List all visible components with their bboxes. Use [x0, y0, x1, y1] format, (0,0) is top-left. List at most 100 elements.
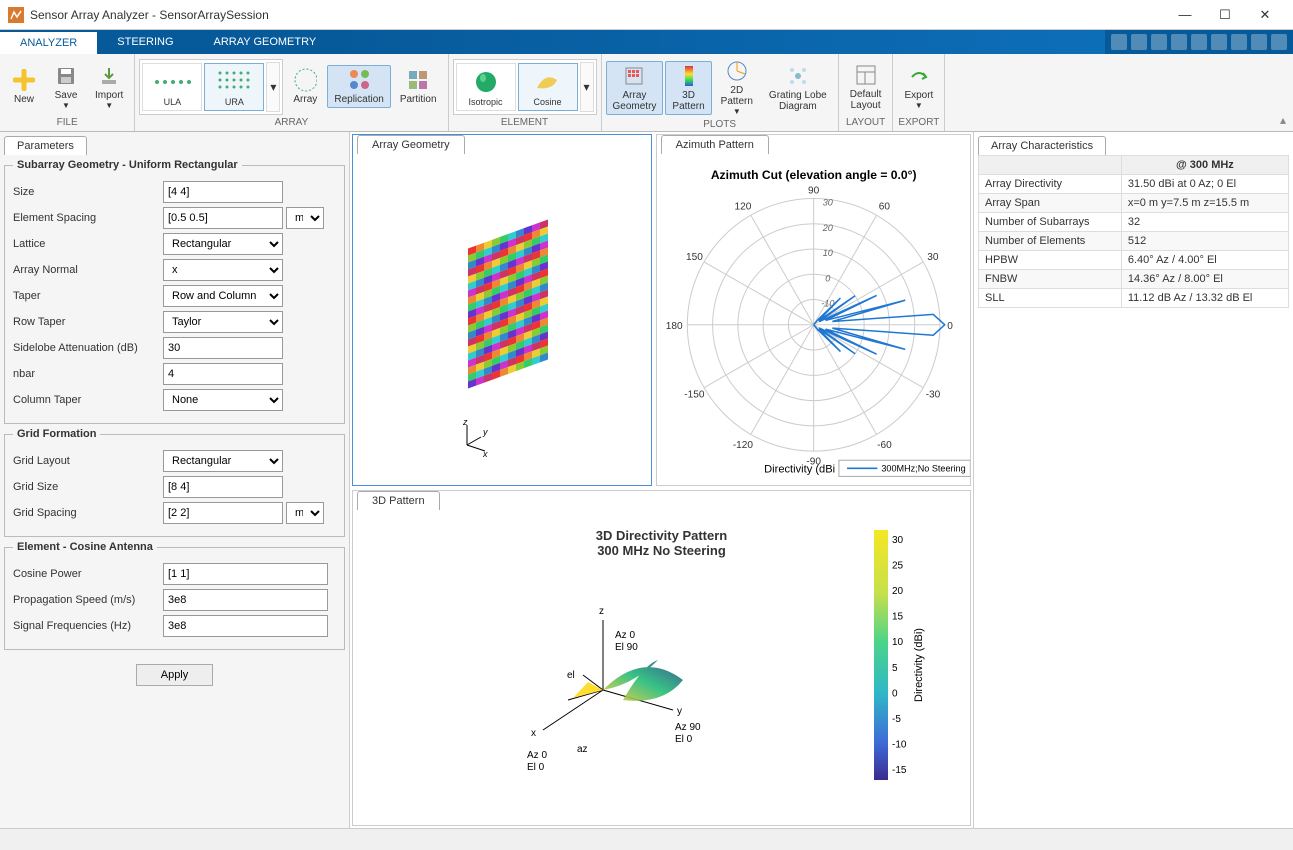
- azimuth-pattern-viz[interactable]: Azimuth Pattern Azimuth Cut (elevation a…: [656, 134, 971, 486]
- element-spacing-input[interactable]: [163, 207, 283, 229]
- toolstrip: New Save▼ Import▼ FILE ULA URA ▾ Array R…: [0, 54, 1293, 132]
- svg-text:10: 10: [822, 248, 832, 258]
- minimize-button[interactable]: —: [1165, 1, 1205, 29]
- ura-item[interactable]: URA: [204, 63, 264, 111]
- svg-text:-120: -120: [732, 440, 753, 451]
- grid-layout-select[interactable]: Rectangular: [163, 450, 283, 472]
- svg-text:-5: -5: [892, 714, 901, 725]
- main-area: Parameters Subarray Geometry - Uniform R…: [0, 132, 1293, 828]
- svg-text:180: 180: [665, 321, 682, 332]
- array-geometry-plot-button[interactable]: ArrayGeometry: [606, 61, 664, 115]
- grid-size-input[interactable]: [163, 476, 283, 498]
- table-row: FNBW14.36° Az / 8.00° El: [979, 270, 1289, 289]
- svg-text:Directivity (dBi: Directivity (dBi: [764, 463, 835, 475]
- 3d-pattern-viz[interactable]: 3D Pattern 3D Directivity Pattern300 MHz…: [352, 490, 971, 826]
- svg-text:0: 0: [825, 273, 830, 283]
- array-geometry-viz[interactable]: Array Geometry zyx: [352, 134, 652, 486]
- svg-text:az: az: [577, 744, 588, 755]
- svg-text:Az 0: Az 0: [527, 750, 547, 761]
- qat-icon[interactable]: [1131, 34, 1147, 50]
- tab-array-geometry[interactable]: ARRAY GEOMETRY: [194, 30, 337, 54]
- element-group: Element - Cosine Antenna Cosine Power Pr…: [4, 541, 345, 650]
- export-button[interactable]: Export▼: [897, 61, 940, 113]
- svg-text:120: 120: [734, 202, 751, 213]
- default-layout-button[interactable]: DefaultLayout: [843, 60, 889, 114]
- group-label: EXPORT: [897, 117, 940, 131]
- column-taper-select[interactable]: None: [163, 389, 283, 411]
- apply-button[interactable]: Apply: [136, 664, 214, 686]
- group-label: LAYOUT: [843, 117, 889, 131]
- svg-text:-150: -150: [684, 390, 705, 401]
- ula-item[interactable]: ULA: [142, 63, 202, 111]
- titlebar: Sensor Array Analyzer - SensorArraySessi…: [0, 0, 1293, 30]
- row-taper-select[interactable]: Taylor: [163, 311, 283, 333]
- table-row: HPBW6.40° Az / 4.00° El: [979, 251, 1289, 270]
- 2d-pattern-button[interactable]: 2DPattern▼: [714, 56, 760, 119]
- isotropic-item[interactable]: Isotropic: [456, 63, 516, 111]
- sidelobe-input[interactable]: [163, 337, 283, 359]
- svg-text:El 0: El 0: [675, 734, 693, 745]
- svg-text:25: 25: [892, 561, 904, 572]
- grid-formation-group: Grid Formation Grid LayoutRectangular Gr…: [4, 428, 345, 537]
- svg-text:El 90: El 90: [615, 642, 638, 653]
- statusbar: [0, 828, 1293, 850]
- cosine-item[interactable]: Cosine: [518, 63, 578, 111]
- svg-text:El 0: El 0: [527, 762, 545, 770]
- svg-text:0: 0: [892, 689, 898, 700]
- svg-text:Directivity (dBi): Directivity (dBi): [913, 629, 925, 703]
- 3d-pattern-button[interactable]: 3DPattern: [665, 61, 711, 115]
- svg-text:Az 90: Az 90: [675, 722, 701, 733]
- signal-freq-input[interactable]: [163, 615, 328, 637]
- replication-button[interactable]: Replication: [327, 65, 390, 108]
- characteristics-tab[interactable]: Array Characteristics: [978, 136, 1106, 155]
- svg-text:Az 0: Az 0: [615, 630, 635, 641]
- save-button[interactable]: Save▼: [46, 61, 86, 113]
- svg-text:-15: -15: [892, 765, 907, 776]
- svg-text:0: 0: [947, 321, 953, 332]
- table-row: Number of Subarrays32: [979, 213, 1289, 232]
- qat-icon[interactable]: [1111, 34, 1127, 50]
- qat-icon[interactable]: [1271, 34, 1287, 50]
- help-icon[interactable]: [1251, 34, 1267, 50]
- svg-text:60: 60: [878, 202, 890, 213]
- grating-lobe-button[interactable]: Grating LobeDiagram: [762, 61, 834, 115]
- qat-icon[interactable]: [1151, 34, 1167, 50]
- spacing-unit-select[interactable]: m: [286, 207, 324, 229]
- maximize-button[interactable]: ☐: [1205, 1, 1245, 29]
- import-button[interactable]: Import▼: [88, 61, 130, 113]
- colorbar: -15-10-5051015202530 Directivity (dBi): [870, 520, 930, 800]
- lattice-select[interactable]: Rectangular: [163, 233, 283, 255]
- qat-icon[interactable]: [1171, 34, 1187, 50]
- characteristics-table: @ 300 MHz Array Directivity31.50 dBi at …: [978, 155, 1289, 308]
- svg-text:20: 20: [892, 587, 904, 598]
- tab-steering[interactable]: STEERING: [97, 30, 193, 54]
- partition-button[interactable]: Partition: [393, 65, 444, 108]
- taper-select[interactable]: Row and Column: [163, 285, 283, 307]
- propagation-speed-input[interactable]: [163, 589, 328, 611]
- parameters-tab[interactable]: Parameters: [4, 136, 87, 155]
- size-input[interactable]: [163, 181, 283, 203]
- array-geometry-plot: [468, 219, 548, 388]
- group-label: ARRAY: [139, 117, 443, 131]
- nbar-input[interactable]: [163, 363, 283, 385]
- qat-icon[interactable]: [1211, 34, 1227, 50]
- svg-text:90: 90: [808, 185, 820, 196]
- element-gallery-dropdown[interactable]: ▾: [580, 62, 594, 112]
- qat-icon[interactable]: [1191, 34, 1207, 50]
- collapse-ribbon-icon[interactable]: ▴: [1273, 54, 1293, 131]
- array-gallery-dropdown[interactable]: ▾: [266, 62, 280, 112]
- svg-text:Azimuth Cut (elevation angle =: Azimuth Cut (elevation angle = 0.0°): [710, 168, 916, 182]
- quick-access-toolbar: [1105, 30, 1293, 54]
- array-normal-select[interactable]: x: [163, 259, 283, 281]
- svg-text:y: y: [482, 427, 488, 437]
- grid-spacing-input[interactable]: [163, 502, 283, 524]
- grid-spacing-unit-select[interactable]: m: [286, 502, 324, 524]
- svg-text:30: 30: [822, 198, 832, 208]
- cosine-power-input[interactable]: [163, 563, 328, 585]
- qat-icon[interactable]: [1231, 34, 1247, 50]
- new-button[interactable]: New: [4, 65, 44, 108]
- tab-analyzer[interactable]: ANALYZER: [0, 30, 97, 54]
- close-button[interactable]: ✕: [1245, 1, 1285, 29]
- table-row: SLL11.12 dB Az / 13.32 dB El: [979, 289, 1289, 308]
- array-button[interactable]: Array: [285, 65, 325, 108]
